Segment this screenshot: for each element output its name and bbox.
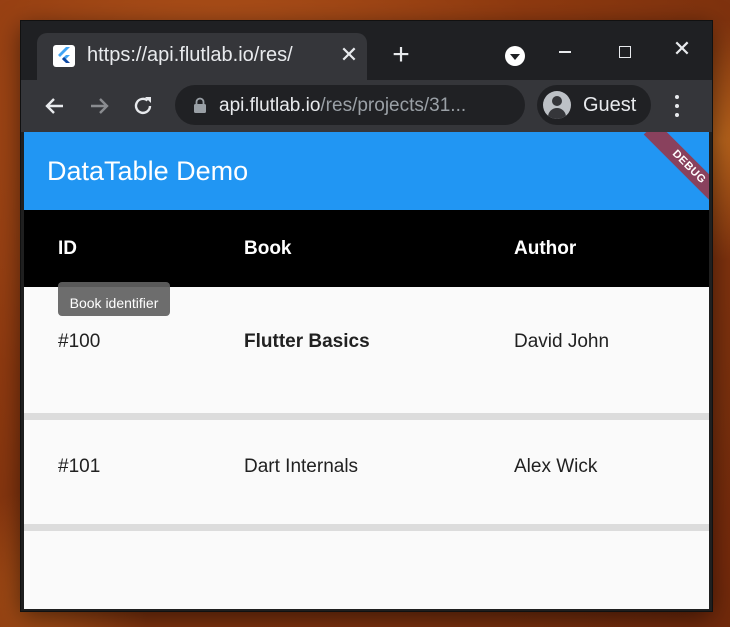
column-header-author[interactable]: Author: [514, 238, 576, 260]
reload-icon[interactable]: [129, 92, 157, 120]
flutter-icon: [53, 45, 75, 67]
browser-window: https://api.flutlab.io/res/ ✕ + ✕ api.fl…: [21, 21, 712, 611]
cell-author: David John: [514, 331, 610, 352]
table-row[interactable]: #101 Dart Internals Alex Wick: [24, 420, 709, 524]
cell-book: Flutter Basics: [244, 331, 370, 352]
row-divider: [24, 524, 709, 531]
row-divider: [24, 413, 709, 420]
maximize-icon[interactable]: [619, 46, 631, 58]
address-bar[interactable]: api.flutlab.io/res/projects/31...: [175, 85, 525, 125]
table-header-row: ID Book Author: [24, 210, 709, 287]
new-tab-button[interactable]: +: [387, 40, 415, 70]
back-arrow-icon[interactable]: [41, 92, 69, 120]
column-header-id[interactable]: ID: [58, 238, 77, 260]
url-host: api.flutlab.io: [219, 95, 321, 116]
guest-avatar-icon: [543, 91, 571, 119]
app-title: DataTable Demo: [47, 156, 249, 186]
tab-close-icon[interactable]: ✕: [337, 43, 361, 67]
tab-strip: https://api.flutlab.io/res/ ✕ + ✕: [21, 21, 712, 80]
cell-id: #100: [58, 331, 101, 352]
column-tooltip: Book identifier: [58, 282, 170, 316]
url-text: api.flutlab.io/res/projects/31...: [219, 95, 519, 117]
flutter-app: DataTable Demo DEBUG ID Book Author #100…: [24, 132, 709, 609]
window-close-icon[interactable]: ✕: [670, 37, 694, 61]
kebab-menu-icon[interactable]: [671, 92, 683, 120]
lock-icon[interactable]: [193, 97, 207, 113]
tab-search-icon[interactable]: [505, 46, 525, 66]
cell-id: #101: [58, 456, 101, 477]
browser-tab[interactable]: https://api.flutlab.io/res/ ✕: [37, 33, 367, 80]
minimize-icon[interactable]: [559, 51, 571, 53]
tab-title: https://api.flutlab.io/res/: [87, 44, 293, 66]
url-path: /res/projects/31...: [320, 95, 467, 116]
app-bar: DataTable Demo: [24, 132, 709, 210]
browser-toolbar: api.flutlab.io/res/projects/31... Guest: [21, 80, 712, 132]
profile-label: Guest: [583, 94, 637, 116]
cell-author: Alex Wick: [514, 456, 598, 477]
cell-book: Dart Internals: [244, 456, 359, 477]
column-header-book[interactable]: Book: [244, 238, 292, 260]
forward-arrow-icon[interactable]: [85, 92, 113, 120]
profile-button[interactable]: Guest: [537, 85, 651, 125]
